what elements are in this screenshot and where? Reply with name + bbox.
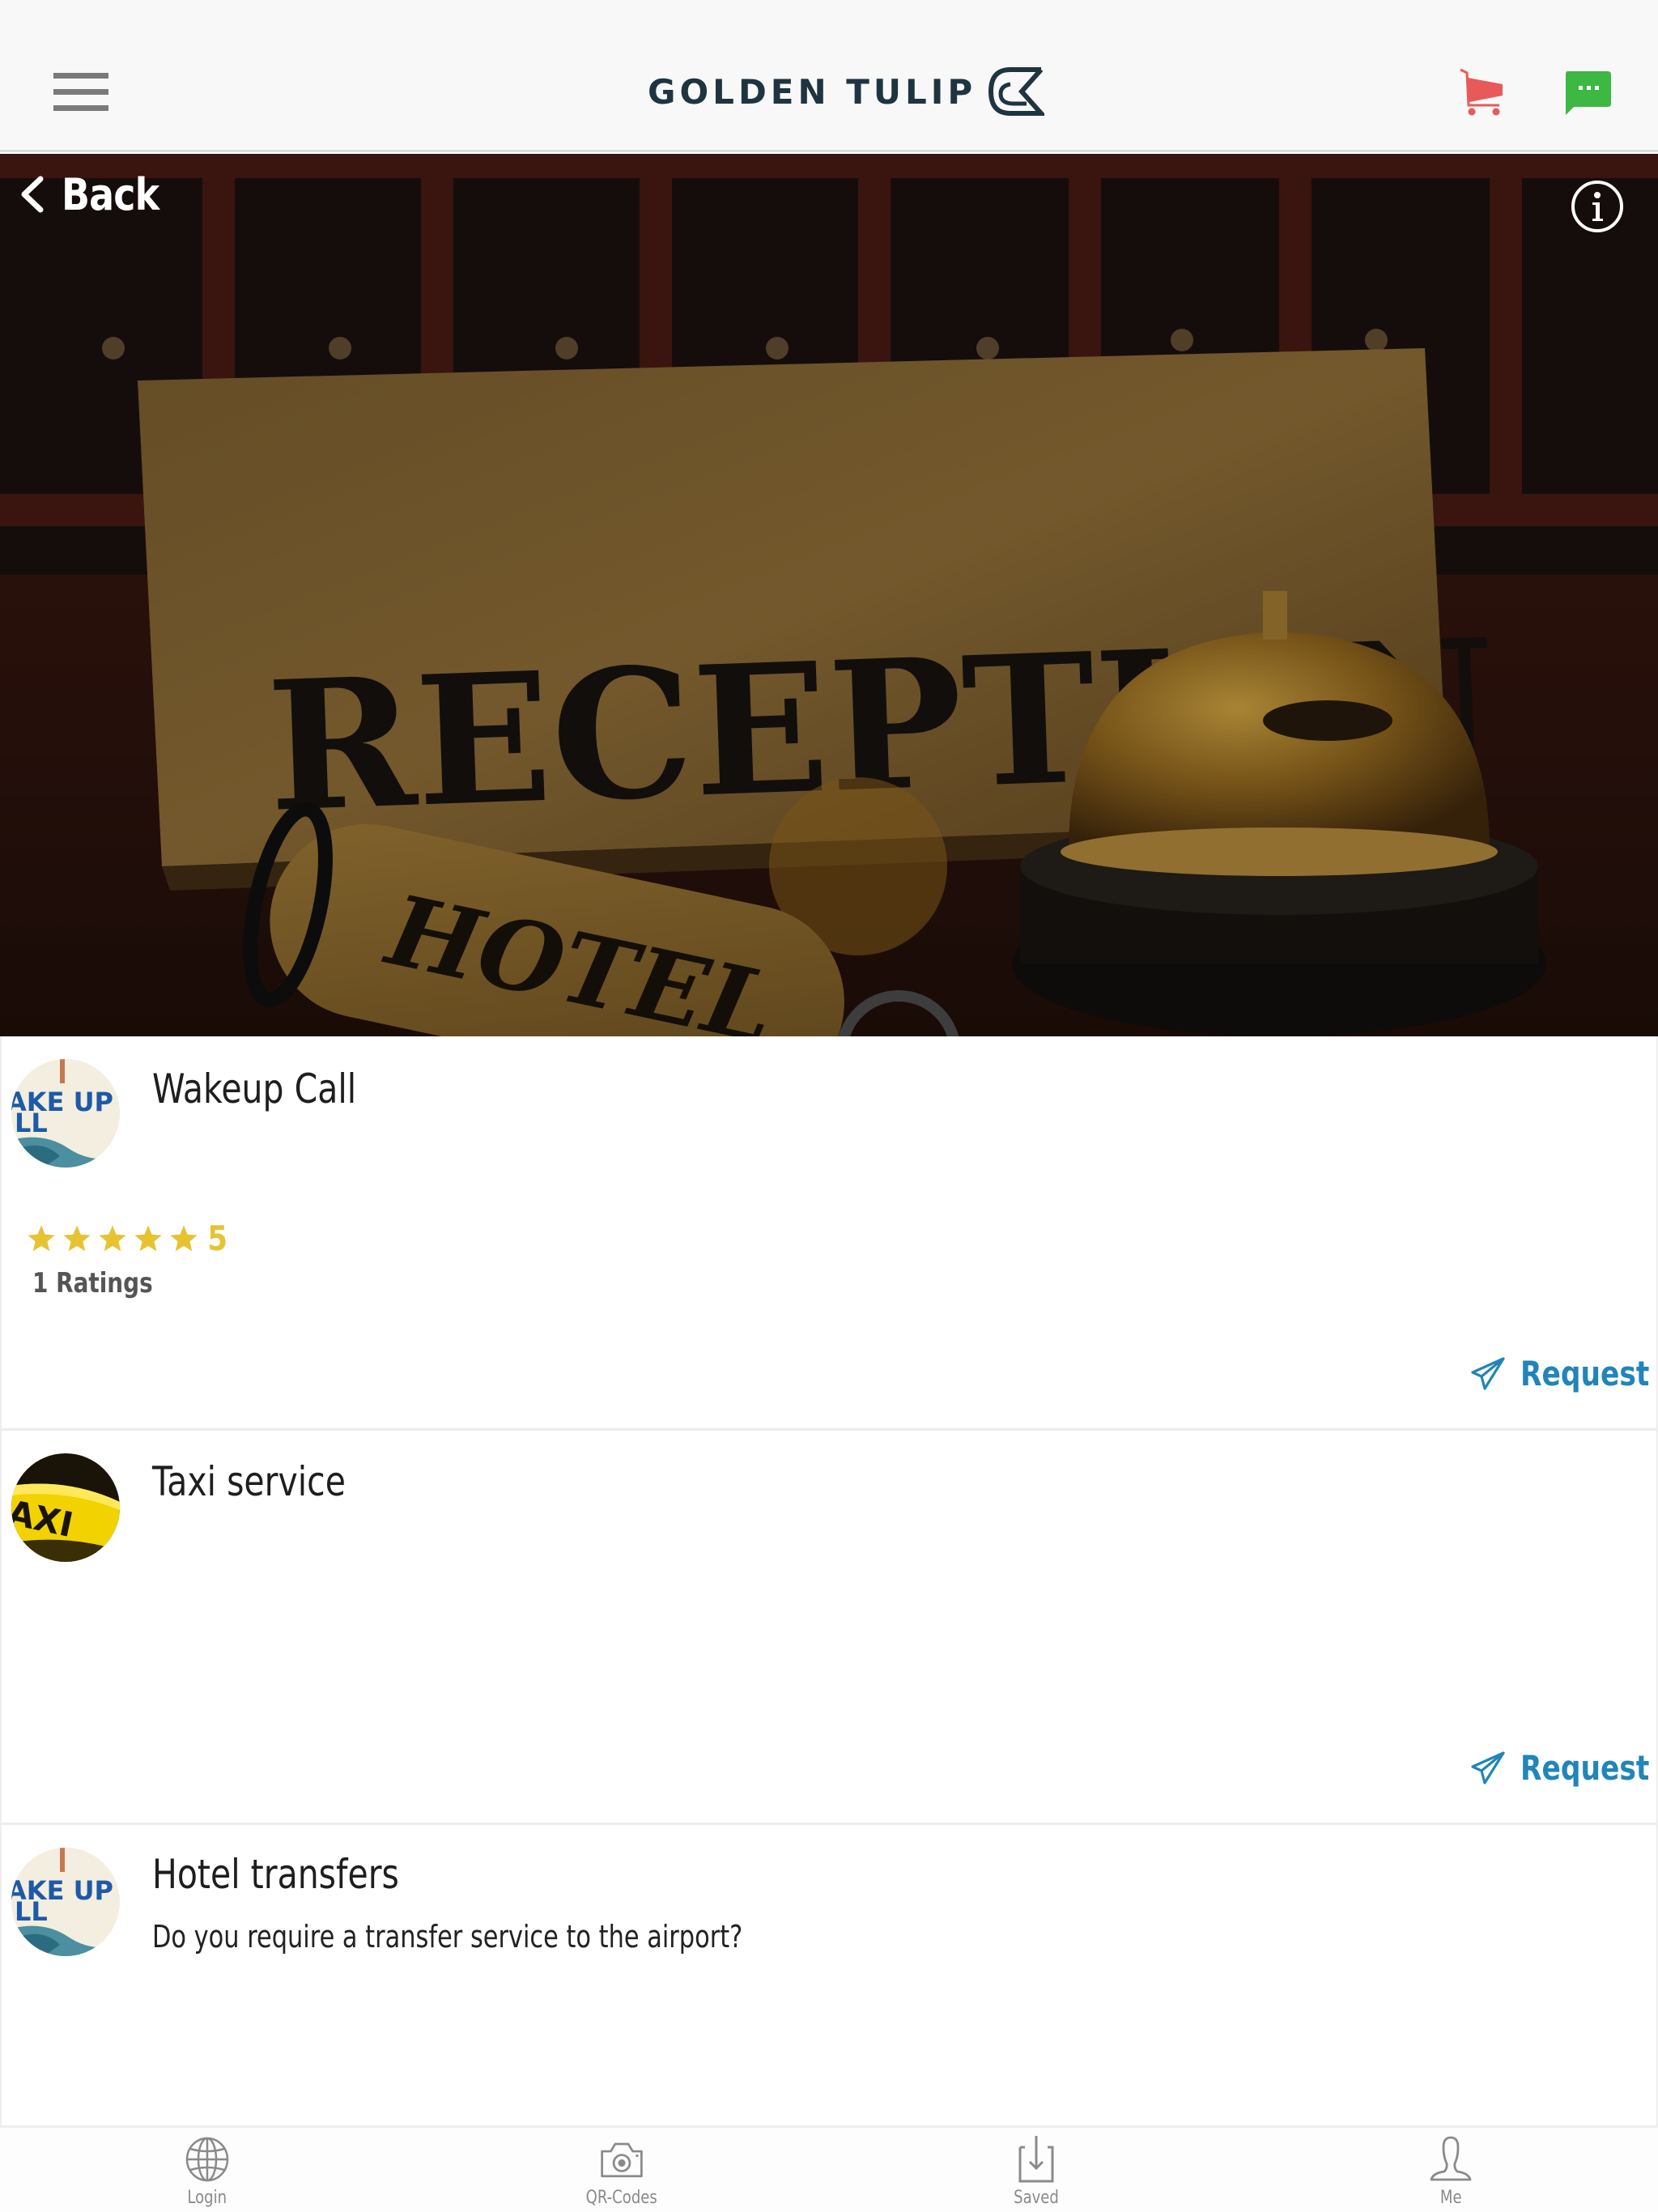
request-label: Request [1520,1748,1650,1788]
menu-line [53,89,108,95]
download-icon [1018,2136,1054,2183]
paper-plane-icon [1471,1356,1505,1390]
nav-login[interactable]: Login [126,2128,288,2212]
service-description: Do you require a transfer service to the… [152,1919,743,1955]
hero-banner: RECEPTION HOTEL Back RECEPTION [0,154,1658,1036]
star-icon [99,1224,126,1251]
nav-saved[interactable]: Saved [955,2128,1117,2212]
request-button[interactable]: Request [1470,1354,1650,1393]
shopping-cart-icon[interactable] [1457,66,1506,117]
nav-qr-codes[interactable]: QR-Codes [541,2128,703,2212]
hamburger-menu-icon[interactable] [53,71,108,112]
camera-icon [601,2142,643,2178]
service-title: Taxi service [152,1458,346,1505]
request-button[interactable]: Request [1470,1748,1650,1788]
taxi-service-avatar: AXI [11,1453,120,1562]
avatar-text: LL [15,1896,48,1927]
nav-label: Me [1439,2188,1462,2208]
service-card-hotel-transfers[interactable]: AKE UP LL Hotel transfers Do you require… [0,1825,1658,2126]
service-card-taxi-service[interactable]: AXI Taxi service Request [0,1431,1658,1825]
bottom-navigation: Login QR-Codes Saved Me [0,2125,1658,2212]
avatar-text: LL [15,1108,48,1138]
app-header: GOLDEN TULIP [0,0,1658,152]
nav-label: Login [187,2188,227,2208]
request-label: Request [1520,1354,1650,1393]
star-icon [170,1224,198,1251]
chevron-left-icon [21,176,44,213]
wakeup-call-avatar: AKE UP LL [11,1059,120,1168]
nav-label: QR-Codes [585,2188,658,2208]
nav-label: Saved [1014,2188,1059,2208]
paper-plane-icon [1471,1750,1505,1784]
chat-bubble-icon[interactable] [1562,68,1613,118]
service-title: Hotel transfers [152,1851,399,1898]
hotel-transfers-avatar: AKE UP LL [11,1848,120,1956]
menu-line [53,73,108,79]
user-icon [1430,2136,1472,2181]
service-card-wakeup-call[interactable]: AKE UP LL Wakeup Call 5 1 Ratings Reques… [0,1036,1658,1431]
info-icon[interactable] [1571,180,1624,233]
star-icon [28,1224,55,1251]
ratings-count: 1 Ratings [32,1267,153,1300]
service-title: Wakeup Call [152,1066,357,1112]
back-button[interactable]: Back [19,162,176,227]
back-label: Back [62,168,159,220]
globe-icon [185,2137,229,2182]
tulip-logo-icon [988,67,1045,116]
star-rating: 5 [26,1219,229,1258]
brand-name: GOLDEN TULIP [648,71,977,112]
nav-me[interactable]: Me [1370,2128,1532,2212]
brand-logo[interactable]: GOLDEN TULIP [648,63,1045,120]
rating-value: 5 [207,1219,228,1258]
reception-hero-image: RECEPTION HOTEL [0,154,1658,1036]
star-icon [63,1224,91,1251]
star-icon [134,1224,162,1251]
menu-line [53,105,108,111]
